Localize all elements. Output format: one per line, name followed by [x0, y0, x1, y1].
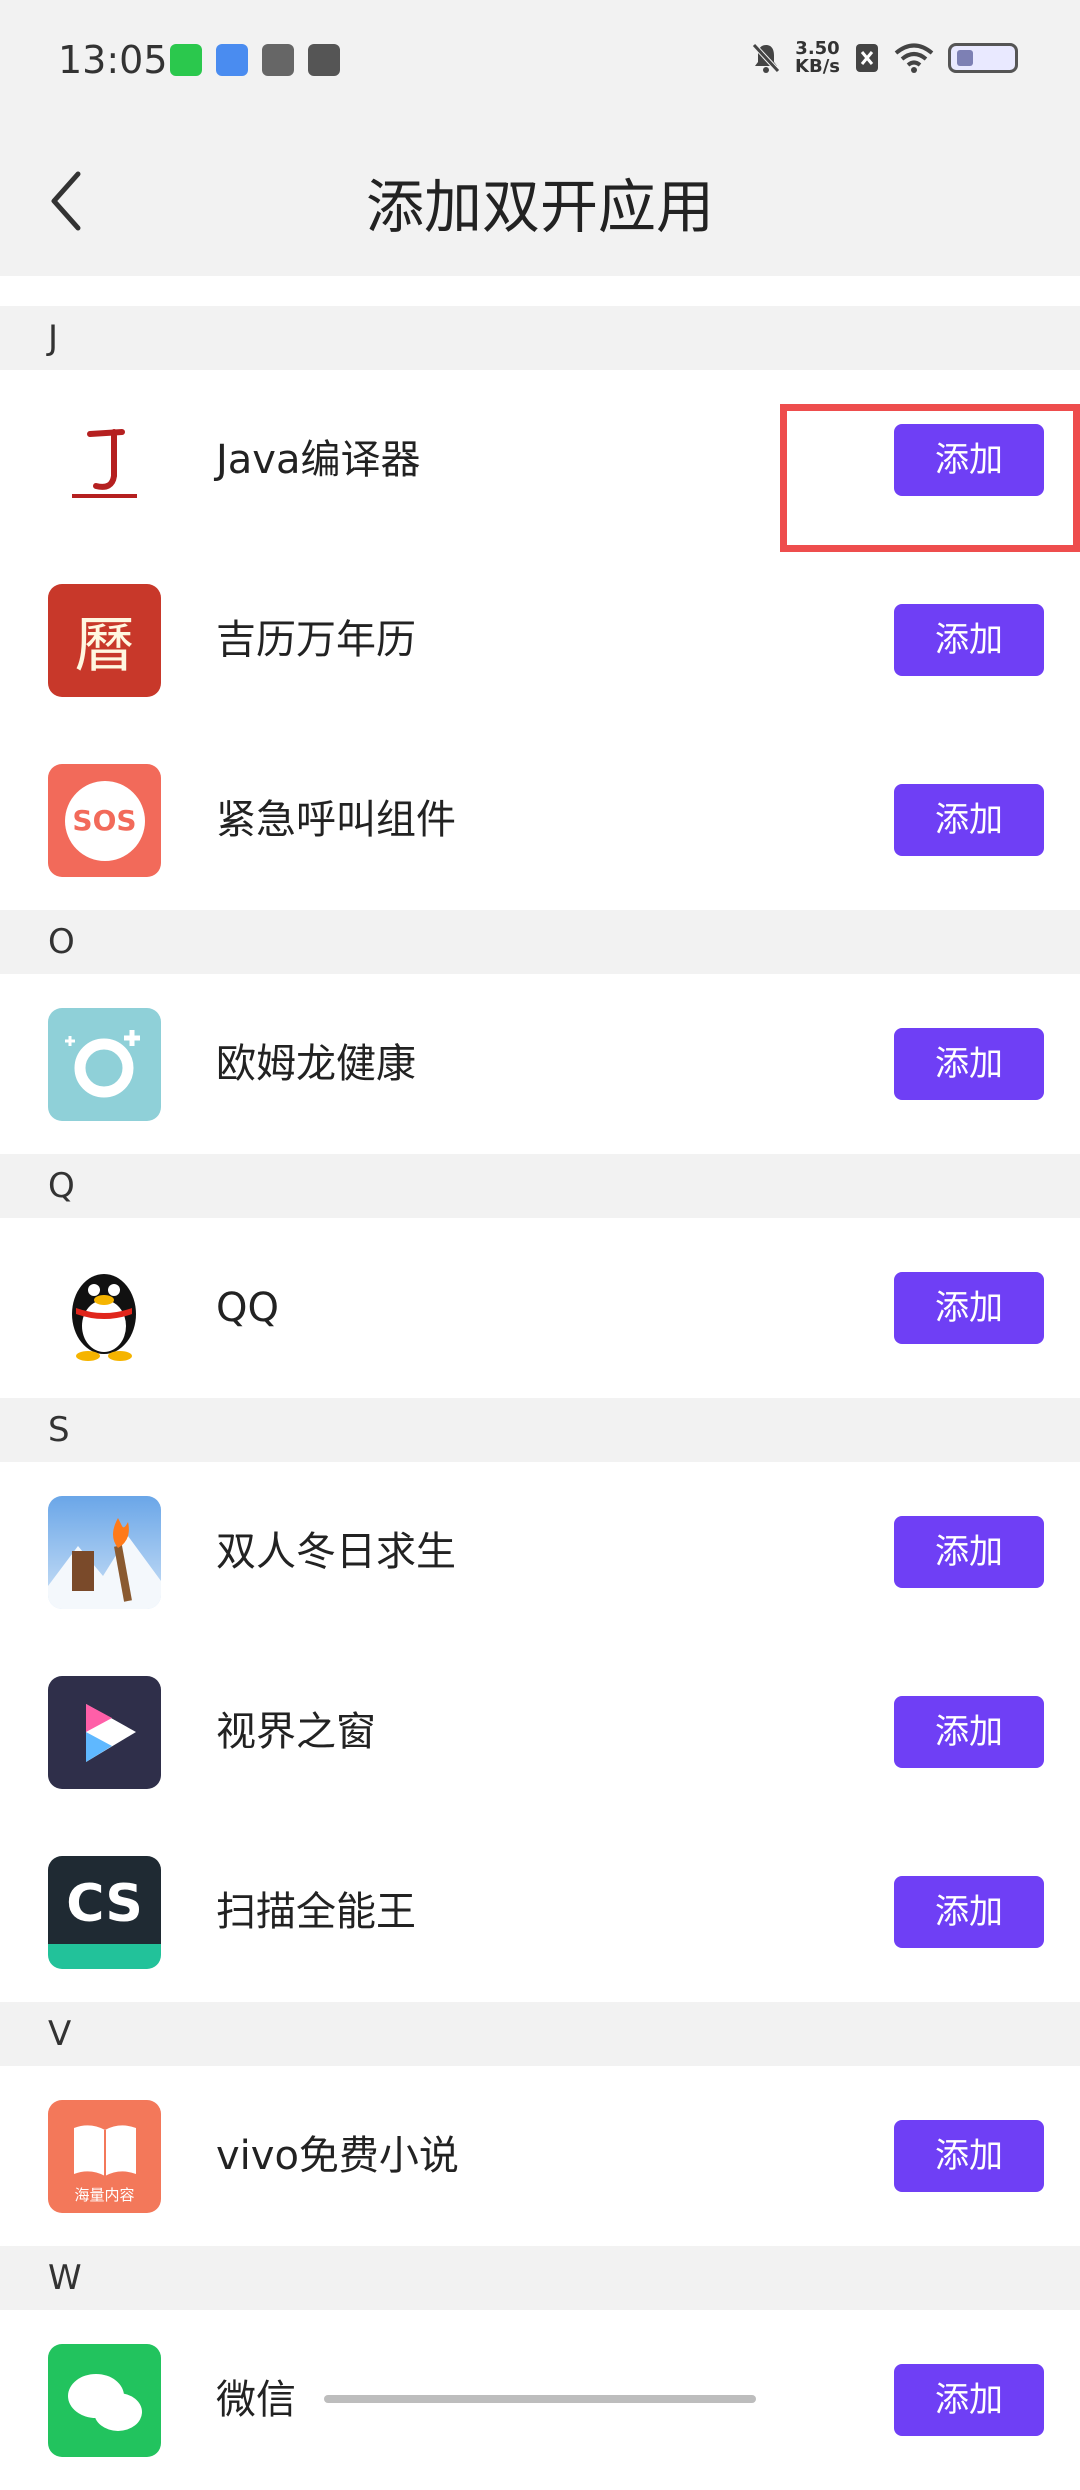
section-header-w: W [0, 2246, 1080, 2310]
vivo-novel-icon-text: 海量内容 [74, 2186, 135, 2204]
section-header-q: Q [0, 1154, 1080, 1218]
vivo-novel-icon: 海量内容 [48, 2100, 161, 2213]
mute-bell-icon [752, 43, 780, 73]
list-item: 视界之窗 添加 [0, 1642, 1080, 1822]
list-item: CS 扫描全能王 添加 [0, 1822, 1080, 2002]
calendar-icon-text: 曆 [74, 611, 135, 681]
add-button[interactable]: 添加 [894, 1272, 1044, 1344]
list-item: QQ 添加 [0, 1218, 1080, 1398]
app-name: 紧急呼叫组件 [216, 797, 456, 843]
tray-app-icon [262, 44, 294, 76]
add-button[interactable]: 添加 [894, 604, 1044, 676]
page-title: 添加双开应用 [365, 173, 714, 241]
status-bar: 13:05 3.50 KB/s [0, 0, 1080, 130]
section-header-j: J [0, 306, 1080, 370]
section-header-v: V [0, 2002, 1080, 2066]
status-time: 13:05 [58, 38, 168, 82]
app-name: 吉历万年历 [216, 617, 416, 663]
app-name: 欧姆龙健康 [216, 1041, 416, 1087]
list-top-gap [0, 276, 1080, 306]
list-item: SOS 紧急呼叫组件 添加 [0, 730, 1080, 910]
app-name: Java编译器 [216, 437, 421, 483]
notification-icons [170, 44, 340, 76]
add-button[interactable]: 添加 [894, 784, 1044, 856]
home-indicator[interactable] [324, 2395, 756, 2403]
app-name: QQ [216, 1285, 279, 1331]
sos-icon: SOS [48, 764, 161, 877]
wifi-icon [894, 43, 934, 73]
camscanner-icon-text: CS [66, 1874, 143, 1934]
calendar-icon: 曆 [48, 584, 161, 697]
omron-health-icon [48, 1008, 161, 1121]
no-sim-icon [856, 44, 878, 72]
section-header-s: S [0, 1398, 1080, 1462]
list-item: 海量内容 vivo免费小说 添加 [0, 2066, 1080, 2246]
list-item: 曆 吉历万年历 添加 [0, 550, 1080, 730]
app-name: 扫描全能王 [216, 1889, 416, 1935]
box-app-icon [308, 44, 340, 76]
add-button[interactable]: 添加 [894, 2364, 1044, 2436]
section-header-o: O [0, 910, 1080, 974]
add-button[interactable]: 添加 [894, 2120, 1044, 2192]
list-item: 欧姆龙健康 添加 [0, 974, 1080, 1154]
network-speed: 3.50 KB/s [795, 40, 840, 76]
qq-penguin-icon [48, 1252, 161, 1365]
status-indicators: 3.50 KB/s [751, 40, 1018, 76]
app-name: 视界之窗 [216, 1709, 376, 1755]
battery-icon [948, 43, 1018, 73]
add-button[interactable]: 添加 [894, 1516, 1044, 1588]
list-item: 双人冬日求生 添加 [0, 1462, 1080, 1642]
sos-icon-text: SOS [72, 804, 137, 837]
speed-unit: KB/s [795, 56, 840, 77]
list-item: Java编译器 添加 [0, 370, 1080, 550]
add-button[interactable]: 添加 [894, 1876, 1044, 1948]
app-list: J Java编译器 添加 曆 吉历万年历 添加 SOS 紧急呼叫组件 添加 O [0, 276, 1080, 2490]
game-torch-icon [48, 1496, 161, 1609]
add-button[interactable]: 添加 [894, 1696, 1044, 1768]
nav-bar: 添加双开应用 [0, 130, 1080, 276]
app-name: 微信 [216, 2377, 296, 2423]
wechat-icon [48, 2344, 161, 2457]
play-icon [48, 1676, 161, 1789]
chat-app-icon [170, 44, 202, 76]
camscanner-icon: CS [48, 1856, 161, 1969]
add-button[interactable]: 添加 [894, 1028, 1044, 1100]
add-button[interactable]: 添加 [894, 424, 1044, 496]
cloud-app-icon [216, 44, 248, 76]
java-compiler-icon [48, 404, 161, 517]
app-name: vivo免费小说 [216, 2133, 459, 2179]
app-name: 双人冬日求生 [216, 1529, 456, 1575]
